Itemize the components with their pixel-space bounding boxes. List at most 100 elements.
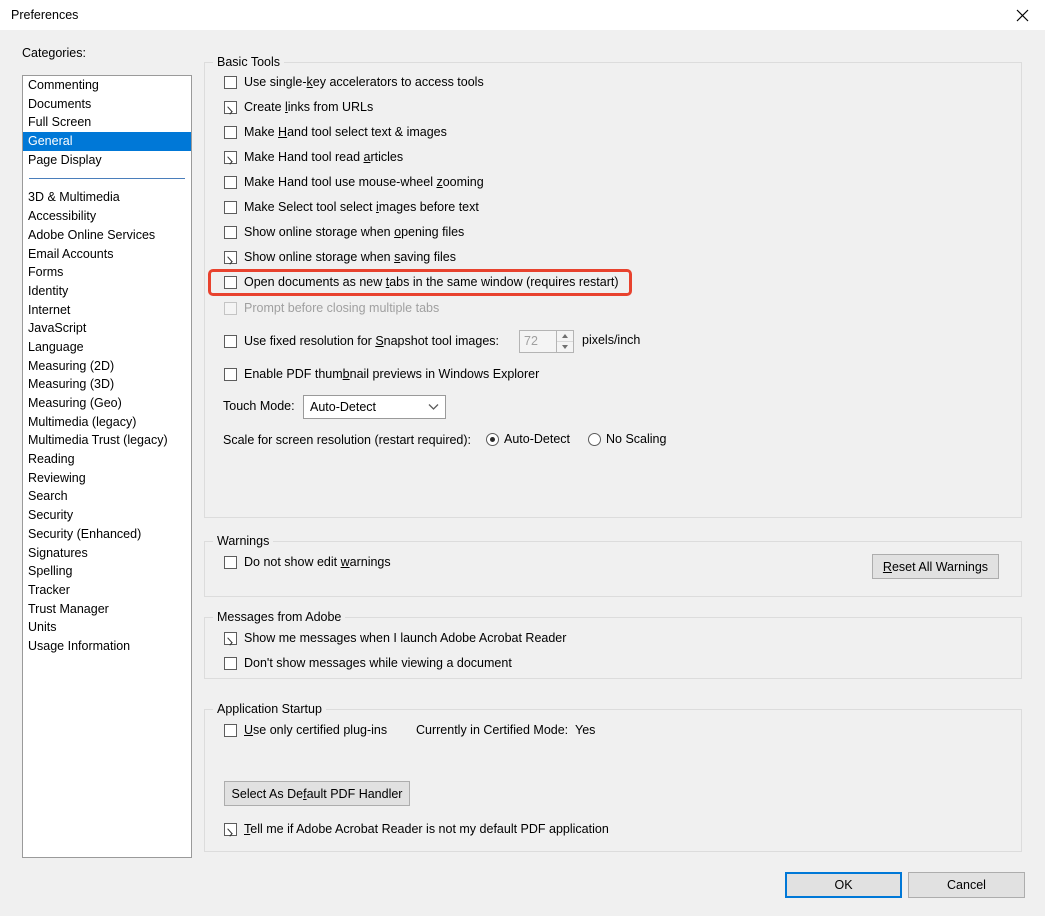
sidebar-item-usage-information[interactable]: Usage Information (23, 637, 191, 656)
sidebar-item-spelling[interactable]: Spelling (23, 562, 191, 581)
basic-tools-title: Basic Tools (213, 55, 284, 69)
snapshot-resolution-input[interactable]: 72 (519, 330, 557, 353)
snapshot-resolution-stepper[interactable]: 72 (519, 330, 574, 353)
sidebar-item-measuring-geo[interactable]: Measuring (Geo) (23, 394, 191, 413)
checkbox-box[interactable] (224, 334, 237, 348)
checkbox-label: Tell me if Adobe Acrobat Reader is not m… (244, 822, 609, 836)
cancel-button[interactable]: Cancel (908, 872, 1025, 898)
stepper-down-icon[interactable] (557, 342, 573, 353)
checkbox-show-messages-on-launch[interactable]: Show me messages when I launch Adobe Acr… (224, 631, 566, 645)
stepper-buttons[interactable] (557, 330, 574, 353)
checkbox-box[interactable] (224, 250, 237, 264)
sidebar-item-security-enhanced[interactable]: Security (Enhanced) (23, 525, 191, 544)
checkbox-box[interactable] (224, 150, 237, 164)
reset-all-warnings-button[interactable]: Reset All Warnings (872, 554, 999, 579)
sidebar-item-reviewing[interactable]: Reviewing (23, 469, 191, 488)
sidebar-item-tracker[interactable]: Tracker (23, 581, 191, 600)
checkbox-label: Use only certified plug-ins (244, 723, 388, 737)
checkbox-select-tool-images-before-text[interactable]: Make Select tool select images before te… (224, 200, 479, 214)
checkbox-label: Make Hand tool read articles (244, 150, 404, 164)
checkbox-hand-tool-read-articles[interactable]: Make Hand tool read articles (224, 150, 403, 164)
checkbox-label: Use fixed resolution for Snapshot tool i… (244, 334, 500, 348)
checkbox-label: Create links from URLs (244, 100, 374, 114)
application-startup-title: Application Startup (213, 702, 326, 716)
checkbox-label: Enable PDF thumbnail previews in Windows… (244, 367, 540, 381)
categories-list[interactable]: Commenting Documents Full Screen General… (22, 75, 192, 858)
checkbox-use-only-certified-plugins[interactable]: Use only certified plug-ins (224, 723, 387, 737)
touch-mode-select[interactable]: Auto-Detect (303, 395, 446, 419)
checkbox-box[interactable] (224, 75, 237, 89)
close-icon[interactable] (999, 0, 1045, 31)
radio-scale-auto-detect[interactable]: Auto-Detect (486, 432, 570, 446)
sidebar-item-full-screen[interactable]: Full Screen (23, 113, 191, 132)
checkbox-label: Make Select tool select images before te… (244, 200, 479, 214)
checkbox-box[interactable] (224, 555, 237, 569)
checkbox-box[interactable] (224, 125, 237, 139)
checkbox-enable-pdf-thumbnail-previews[interactable]: Enable PDF thumbnail previews in Windows… (224, 367, 539, 381)
stepper-up-icon[interactable] (557, 331, 573, 342)
checkbox-dont-show-messages-while-viewing[interactable]: Don't show messages while viewing a docu… (224, 656, 512, 670)
sidebar-item-units[interactable]: Units (23, 618, 191, 637)
checkbox-box[interactable] (224, 100, 237, 114)
checkbox-tell-me-if-not-default-pdf-app[interactable]: Tell me if Adobe Acrobat Reader is not m… (224, 822, 609, 836)
sidebar-item-general[interactable]: General (23, 132, 191, 151)
sidebar-item-documents[interactable]: Documents (23, 95, 191, 114)
checkbox-label: Make Hand tool select text & images (244, 125, 447, 139)
checkbox-hand-tool-mouse-wheel-zooming[interactable]: Make Hand tool use mouse-wheel zooming (224, 175, 484, 189)
checkbox-box[interactable] (224, 367, 237, 381)
checkbox-box[interactable] (224, 723, 237, 737)
checkbox-box[interactable] (224, 656, 237, 670)
checkbox-use-fixed-resolution-snapshot[interactable]: Use fixed resolution for Snapshot tool i… (224, 334, 499, 348)
certified-mode-label: Currently in Certified Mode: (416, 723, 569, 737)
sidebar-item-measuring-2d[interactable]: Measuring (2D) (23, 357, 191, 376)
sidebar-item-forms[interactable]: Forms (23, 263, 191, 282)
sidebar-item-multimedia-trust[interactable]: Multimedia Trust (legacy) (23, 431, 191, 450)
checkbox-box[interactable] (224, 225, 237, 239)
sidebar-item-language[interactable]: Language (23, 338, 191, 357)
select-as-default-pdf-handler-button[interactable]: Select As Default PDF Handler (224, 781, 410, 806)
checkbox-label: Prompt before closing multiple tabs (244, 301, 440, 315)
radio-scale-no-scaling[interactable]: No Scaling (588, 432, 666, 446)
checkbox-box[interactable] (224, 175, 237, 189)
sidebar-item-email-accounts[interactable]: Email Accounts (23, 245, 191, 264)
checkbox-box[interactable] (224, 631, 237, 645)
sidebar-item-multimedia-legacy[interactable]: Multimedia (legacy) (23, 413, 191, 432)
radio-label: No Scaling (606, 432, 667, 446)
sidebar-item-trust-manager[interactable]: Trust Manager (23, 600, 191, 619)
sidebar-item-security[interactable]: Security (23, 506, 191, 525)
checkbox-box[interactable] (224, 275, 237, 289)
checkbox-online-storage-saving[interactable]: Show online storage when saving files (224, 250, 456, 264)
checkbox-single-key-accelerators[interactable]: Use single-key accelerators to access to… (224, 75, 484, 89)
sidebar-item-signatures[interactable]: Signatures (23, 544, 191, 563)
checkbox-create-links-from-urls[interactable]: Create links from URLs (224, 100, 373, 114)
checkbox-box[interactable] (224, 822, 237, 836)
sidebar-item-javascript[interactable]: JavaScript (23, 319, 191, 338)
checkbox-box[interactable] (224, 200, 237, 214)
checkbox-do-not-show-edit-warnings[interactable]: Do not show edit warnings (224, 555, 391, 569)
sidebar-item-internet[interactable]: Internet (23, 301, 191, 320)
radio-button[interactable] (486, 432, 499, 446)
categories-separator (23, 169, 191, 188)
sidebar-item-adobe-online-services[interactable]: Adobe Online Services (23, 226, 191, 245)
sidebar-item-reading[interactable]: Reading (23, 450, 191, 469)
title-bar: Preferences (0, 0, 1045, 31)
checkbox-online-storage-opening[interactable]: Show online storage when opening files (224, 225, 464, 239)
checkbox-open-documents-as-new-tabs[interactable]: Open documents as new tabs in the same w… (224, 275, 619, 289)
sidebar-item-identity[interactable]: Identity (23, 282, 191, 301)
checkbox-label: Make Hand tool use mouse-wheel zooming (244, 175, 484, 189)
sidebar-item-3d-multimedia[interactable]: 3D & Multimedia (23, 188, 191, 207)
chevron-down-icon[interactable] (421, 403, 445, 411)
touch-mode-label: Touch Mode: (223, 399, 295, 413)
checkbox-hand-tool-select-text-images[interactable]: Make Hand tool select text & images (224, 125, 447, 139)
checkbox-label: Show online storage when opening files (244, 225, 465, 239)
checkbox-label: Don't show messages while viewing a docu… (244, 656, 512, 670)
sidebar-item-search[interactable]: Search (23, 487, 191, 506)
checkbox-prompt-before-closing-multiple-tabs: Prompt before closing multiple tabs (224, 301, 439, 315)
sidebar-item-page-display[interactable]: Page Display (23, 151, 191, 170)
ok-button[interactable]: OK (785, 872, 902, 898)
sidebar-item-commenting[interactable]: Commenting (23, 76, 191, 95)
touch-mode-value: Auto-Detect (310, 400, 377, 414)
radio-button[interactable] (588, 432, 601, 446)
sidebar-item-accessibility[interactable]: Accessibility (23, 207, 191, 226)
sidebar-item-measuring-3d[interactable]: Measuring (3D) (23, 375, 191, 394)
